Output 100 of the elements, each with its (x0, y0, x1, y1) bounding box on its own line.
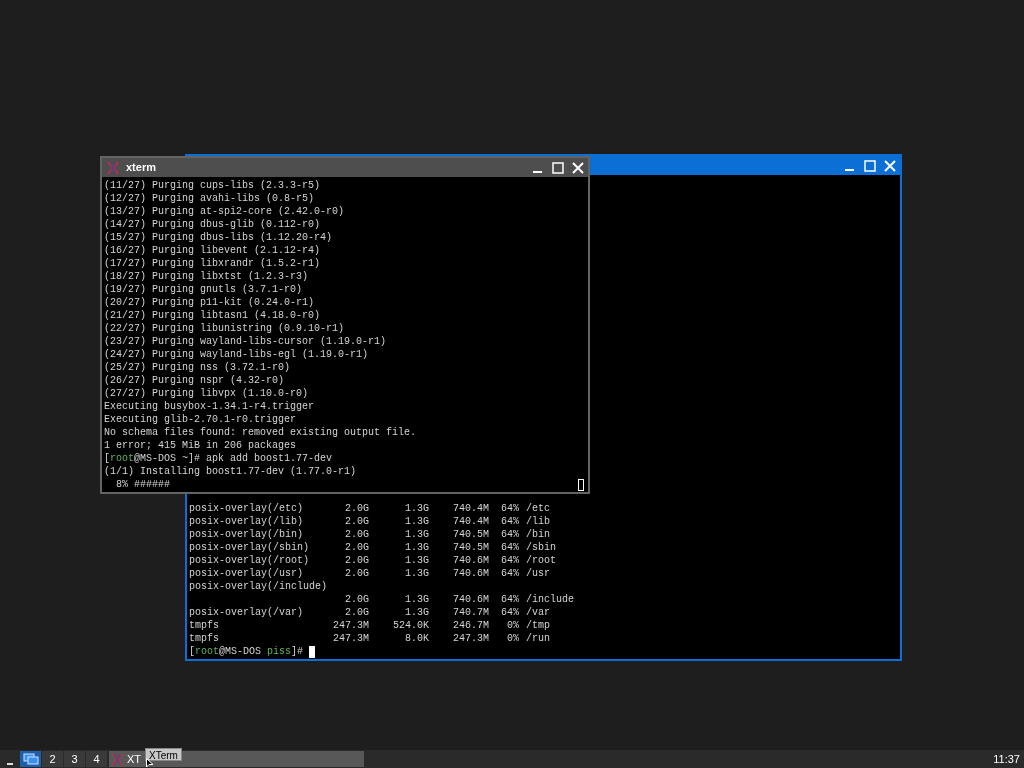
text-cursor (578, 478, 584, 491)
table-cell-text: 64% (500, 593, 519, 606)
table-cell-text: 246.7M (452, 619, 489, 632)
table-cell: /sbin (526, 541, 556, 554)
table-cell-text: 1.3G (404, 541, 429, 554)
table-cell-text: posix-overlay(/root) (189, 554, 311, 567)
close-icon[interactable] (572, 161, 584, 174)
terminal-line: (21/27) Purging libtasn1 (4.18.0-r0) (104, 309, 322, 322)
table-cell-text: 1.3G (404, 502, 429, 515)
terminal-line: 1 error; 415 MiB in 206 packages (104, 439, 298, 452)
table-cell-text: 64% (500, 528, 519, 541)
table-cell-text: posix-overlay(/lib) (189, 515, 305, 528)
terminal-line: (25/27) Purging nss (3.72.1-r0) (104, 361, 292, 374)
terminal-line: No schema files found: removed existing output file. (104, 426, 418, 439)
x-logo-icon (111, 752, 124, 766)
table-cell-text: 2.0G (344, 567, 369, 580)
terminal-line: [root@MS-DOS ~]# apk add boost1.77-dev (104, 452, 334, 465)
table-cell-text: 64% (500, 606, 519, 619)
table-cell: /run (526, 632, 550, 645)
table-cell-text: 740.6M (452, 567, 489, 580)
table-cell-text: 2.0G (344, 606, 369, 619)
terminal-line: 8% ###### (115, 478, 170, 491)
table-cell-text: 0% (506, 632, 519, 645)
table-cell: /usr (526, 567, 550, 580)
table-cell: /tmp (526, 619, 550, 632)
tooltip: XTerm (145, 748, 182, 761)
table-cell-text: posix-overlay(/bin) (189, 528, 305, 541)
table-cell-text: 64% (500, 515, 519, 528)
table-cell-text: 2.0G (344, 528, 369, 541)
table-cell-text: posix-overlay(/etc) (189, 502, 305, 515)
table-cell-text: 1.3G (404, 567, 429, 580)
workspace-button[interactable]: 3 (64, 751, 85, 767)
table-cell-text: 64% (500, 502, 519, 515)
table-cell-text: 740.6M (452, 593, 489, 606)
workspace-button[interactable]: 4 (86, 751, 107, 767)
table-cell-text: posix-overlay(/var) (189, 606, 305, 619)
table-cell-text: 1.3G (404, 515, 429, 528)
terminal-line: Executing glib-2.70.1-r0.trigger (104, 413, 298, 426)
table-cell-text: 2.0G (344, 541, 369, 554)
table-cell-text: 2.0G (344, 593, 369, 606)
text-cursor (309, 645, 316, 658)
terminal-line: Executing busybox-1.34.1-r4.trigger (104, 400, 316, 413)
table-cell-text: 740.5M (452, 528, 489, 541)
terminal-line: (27/27) Purging libvpx (1.10.0-r0) (104, 387, 310, 400)
terminal-line: (1/1) Installing boost1.77-dev (1.77.0-r1) (104, 465, 358, 478)
clock: 11:37 (993, 751, 1021, 767)
close-icon[interactable] (884, 159, 896, 172)
window-title: xterm (126, 160, 156, 176)
table-cell-text: 2.0G (344, 554, 369, 567)
terminal-line: (12/27) Purging avahi-libs (0.8-r5) (104, 192, 316, 205)
terminal-line: (24/27) Purging wayland-libs-egl (1.19.0-r1) (104, 348, 370, 361)
windows-icon (22, 753, 39, 765)
table-cell-text: 740.4M (452, 502, 489, 515)
table-cell-text: 1.3G (404, 554, 429, 567)
terminal-line: (11/27) Purging cups-libs (2.3.3-r5) (104, 179, 322, 192)
x-logo-icon (106, 160, 120, 175)
mouse-pointer-icon (146, 758, 154, 768)
table-cell-text: 1.3G (404, 528, 429, 541)
table-cell: /include (526, 593, 574, 606)
table-cell-text: 2.0G (344, 502, 369, 515)
table-cell: /root (526, 554, 556, 567)
terminal-line: [root@MS-DOS piss]# (189, 645, 305, 658)
table-cell-text: 64% (500, 567, 519, 580)
terminal-line: (14/27) Purging dbus-glib (0.112-r0) (104, 218, 322, 231)
table-cell-text: 740.6M (452, 554, 489, 567)
table-cell-text: 1.3G (404, 593, 429, 606)
table-cell-text: tmpfs (189, 632, 220, 645)
table-cell-text: posix-overlay(/usr) (189, 567, 305, 580)
terminal-line: (22/27) Purging libunistring (0.9.10-r1) (104, 322, 346, 335)
table-cell-text: 1.3G (404, 606, 429, 619)
table-cell-text: 64% (500, 541, 519, 554)
table-cell: 247.3M (333, 619, 369, 632)
table-cell: /lib (526, 515, 550, 528)
table-cell-text: 8.0K (404, 632, 429, 645)
terminal-line: (13/27) Purging at-spi2-core (2.42.0-r0) (104, 205, 346, 218)
terminal-line: (15/27) Purging dbus-libs (1.12.20-r4) (104, 231, 334, 244)
maximize-icon[interactable] (552, 161, 564, 174)
table-cell-text: 2.0G (344, 515, 369, 528)
maximize-icon[interactable] (864, 159, 876, 172)
terminal-line: (20/27) Purging p11-kit (0.24.0-r1) (104, 296, 316, 309)
table-cell: /etc (526, 502, 550, 515)
terminal-line: (23/27) Purging wayland-libs-cursor (1.19.0-r1) (104, 335, 388, 348)
table-cell-text: 0% (506, 619, 519, 632)
terminal-line: (16/27) Purging libevent (2.1.12-r4) (104, 244, 322, 257)
table-cell-text: 740.5M (452, 541, 489, 554)
table-cell-text: 64% (500, 554, 519, 567)
table-cell-text: 524.0K (392, 619, 429, 632)
table-cell-text: posix-overlay(/sbin) (189, 541, 311, 554)
table-cell-text: posix-overlay(/include) (189, 580, 329, 593)
table-cell-text: 740.7M (452, 606, 489, 619)
table-cell-text: tmpfs (189, 619, 220, 632)
workspace-button[interactable]: 2 (42, 751, 63, 767)
terminal-line: (18/27) Purging libxtst (1.2.3-r3) (104, 270, 310, 283)
table-cell-text: 740.4M (452, 515, 489, 528)
terminal-line: (26/27) Purging nspr (4.32-r0) (104, 374, 286, 387)
workspace-button[interactable] (20, 751, 41, 767)
table-cell: /bin (526, 528, 550, 541)
table-cell: /var (526, 606, 550, 619)
table-cell-text: 247.3M (452, 632, 489, 645)
table-cell: 247.3M (333, 632, 369, 645)
